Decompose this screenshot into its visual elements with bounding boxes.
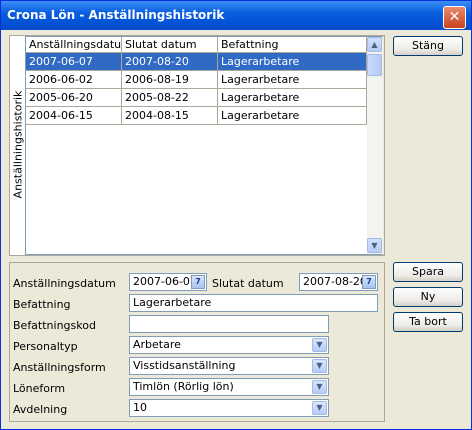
- grid-scrollbar[interactable]: ▲ ▼: [367, 37, 383, 254]
- table-row[interactable]: 2005-06-20 2005-08-22 Lagerarbetare: [26, 89, 367, 107]
- pay-form-select[interactable]: Timlön (Rörlig lön) ▼: [129, 378, 329, 396]
- calendar-icon[interactable]: 7: [191, 275, 205, 289]
- pay-form-label: Löneform: [13, 382, 66, 395]
- column-header-start-date[interactable]: Anställningsdatum: [26, 37, 132, 53]
- close-icon: ✕: [448, 9, 461, 25]
- chevron-down-icon[interactable]: ▼: [312, 359, 327, 373]
- start-date-value: 2007-06-07: [133, 275, 197, 288]
- pay-form-value: Timlön (Rörlig lön): [133, 380, 234, 393]
- cell-end-date: 2005-08-22: [122, 89, 218, 107]
- arrow-up-icon[interactable]: ▲: [367, 37, 382, 52]
- close-button[interactable]: Stäng: [393, 36, 463, 56]
- end-date-value: 2007-08-20: [303, 275, 367, 288]
- employment-form-select[interactable]: Visstidsanställning ▼: [129, 357, 329, 375]
- cell-start-date: 2005-06-20: [26, 89, 122, 107]
- scrollbar-thumb[interactable]: [367, 54, 382, 76]
- cell-position: Lagerarbetare: [218, 71, 367, 89]
- history-tab[interactable]: Anställningshistorik: [10, 36, 26, 255]
- arrow-down-icon[interactable]: ▼: [367, 238, 382, 253]
- cell-position: Lagerarbetare: [218, 53, 367, 71]
- save-button[interactable]: Spara: [393, 262, 463, 282]
- table-row[interactable]: 2006-06-02 2006-08-19 Lagerarbetare: [26, 71, 367, 89]
- history-tab-label: Anställningshistorik: [11, 90, 25, 199]
- end-date-label: Slutat datum: [212, 277, 284, 290]
- personnel-type-value: Arbetare: [133, 338, 181, 351]
- personnel-type-label: Personaltyp: [13, 340, 78, 353]
- department-select[interactable]: 10 ▼: [129, 399, 329, 417]
- cell-end-date: 2007-08-20: [122, 53, 218, 71]
- cell-start-date: 2007-06-07: [26, 53, 122, 71]
- department-value: 10: [133, 401, 147, 414]
- calendar-icon[interactable]: 7: [362, 275, 376, 289]
- start-date-label: Anställningsdatum: [13, 277, 116, 290]
- window-title: Crona Lön - Anställningshistorik: [7, 8, 225, 22]
- title-bar[interactable]: Crona Lön - Anställningshistorik ✕: [1, 1, 471, 30]
- column-header-position[interactable]: Befattning: [218, 37, 367, 53]
- cell-position: Lagerarbetare: [218, 107, 367, 125]
- cell-start-date: 2004-06-15: [26, 107, 122, 125]
- employment-form-value: Visstidsanställning: [133, 359, 236, 372]
- close-window-button[interactable]: ✕: [443, 6, 466, 29]
- chevron-down-icon[interactable]: ▼: [312, 338, 327, 352]
- cell-position: Lagerarbetare: [218, 89, 367, 107]
- position-label: Befattning: [13, 298, 71, 311]
- end-date-field[interactable]: 2007-08-20 7: [299, 273, 378, 291]
- cell-start-date: 2006-06-02: [26, 71, 122, 89]
- table-row[interactable]: 2004-06-15 2004-08-15 Lagerarbetare: [26, 107, 367, 125]
- personnel-type-select[interactable]: Arbetare ▼: [129, 336, 329, 354]
- new-button[interactable]: Ny: [393, 287, 463, 307]
- start-date-field[interactable]: 2007-06-07 7: [129, 273, 207, 291]
- delete-button[interactable]: Ta bort: [393, 312, 463, 332]
- cell-end-date: 2006-08-19: [122, 71, 218, 89]
- table-row[interactable]: 2007-06-07 2007-08-20 Lagerarbetare: [26, 53, 367, 71]
- chevron-down-icon[interactable]: ▼: [312, 380, 327, 394]
- dialog-window: Crona Lön - Anställningshistorik ✕ Anstä…: [0, 0, 472, 430]
- chevron-down-icon[interactable]: ▼: [312, 401, 327, 415]
- history-grid: Anställningsdatum Slutat datum Befattnin…: [25, 36, 383, 255]
- employment-form-label: Anställningsform: [13, 361, 106, 374]
- cell-end-date: 2004-08-15: [122, 107, 218, 125]
- position-input[interactable]: Lagerarbetare: [129, 294, 378, 312]
- position-code-label: Befattningskod: [13, 319, 96, 332]
- position-code-input[interactable]: [129, 315, 329, 333]
- department-label: Avdelning: [13, 403, 68, 416]
- column-header-end-date[interactable]: Slutat datum: [122, 37, 218, 53]
